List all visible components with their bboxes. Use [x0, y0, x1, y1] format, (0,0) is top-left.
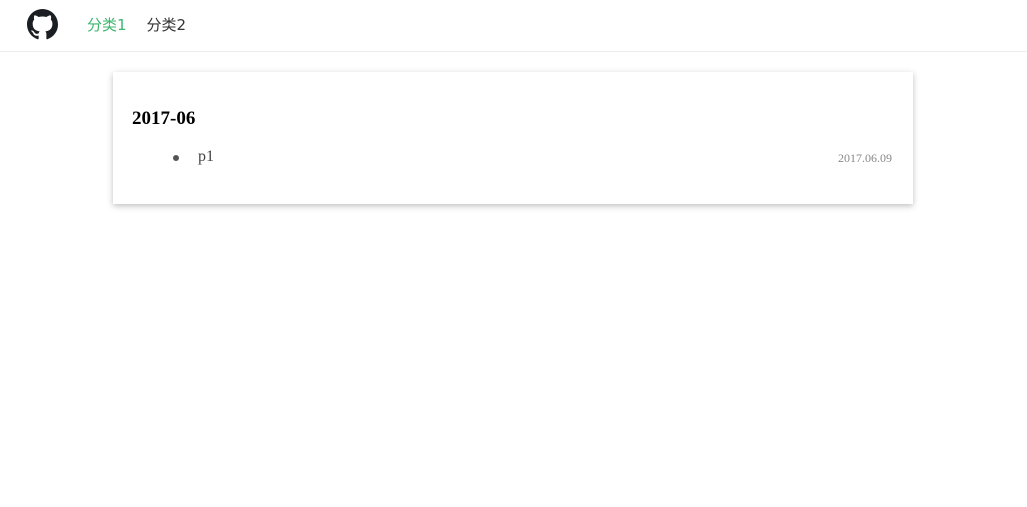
post-list: p1 2017.06.09	[113, 147, 913, 169]
archive-card: 2017-06 p1 2017.06.09	[113, 72, 913, 204]
archive-month-heading: 2017-06	[132, 108, 196, 129]
category-nav: 分类1 分类2	[87, 14, 206, 36]
top-navigation-bar: 分类1 分类2	[0, 0, 1027, 52]
post-date: 2017.06.09	[838, 151, 892, 165]
github-icon[interactable]	[26, 9, 59, 40]
nav-category-2[interactable]: 分类2	[147, 14, 187, 36]
bullet-icon	[173, 155, 179, 161]
post-title-link[interactable]: p1	[198, 148, 214, 166]
post-list-item: p1 2017.06.09	[113, 147, 913, 169]
nav-category-1[interactable]: 分类1	[87, 14, 127, 36]
